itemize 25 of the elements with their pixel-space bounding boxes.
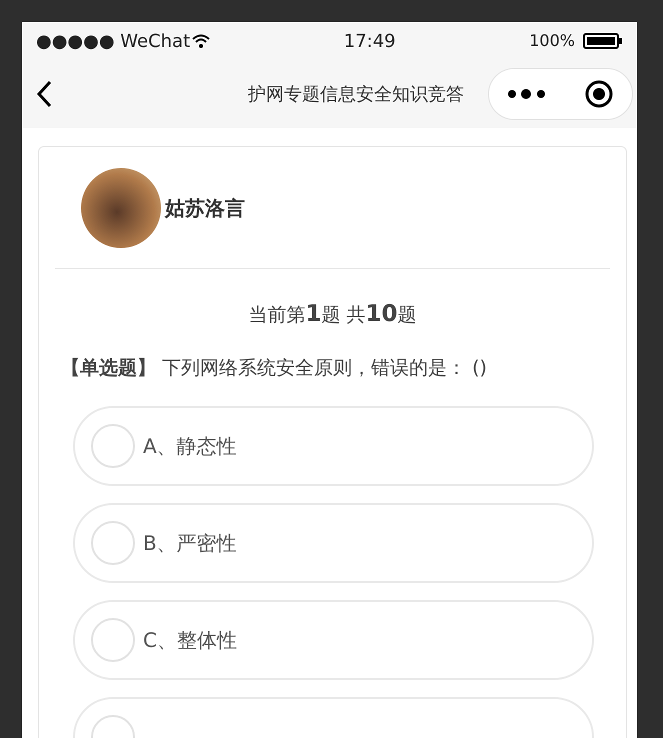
nav-title: 护网专题信息安全知识竞答 bbox=[248, 84, 464, 104]
progress-text: 题 bbox=[398, 304, 417, 326]
status-time: 17:49 bbox=[344, 30, 396, 54]
answer-option[interactable]: B、严密性 bbox=[73, 503, 594, 583]
more-icon[interactable] bbox=[507, 88, 548, 100]
battery-icon bbox=[582, 33, 623, 49]
progress-text: 当前第 bbox=[248, 304, 306, 326]
option-label: B、严密性 bbox=[143, 530, 237, 557]
battery-level: 100% bbox=[529, 30, 575, 52]
progress-text: 题 共 bbox=[321, 304, 366, 326]
current-question-number: 1 bbox=[305, 301, 322, 327]
option-label: A、静态性 bbox=[143, 433, 237, 460]
wifi-icon bbox=[192, 34, 210, 48]
answer-option[interactable]: A、静态性 bbox=[73, 406, 594, 486]
radio-button[interactable] bbox=[91, 618, 135, 662]
user-name: 姑苏洛言 bbox=[165, 194, 245, 222]
carrier-signal: ●●●●● WeChat bbox=[36, 28, 210, 54]
answer-option[interactable]: C、整体性 bbox=[73, 600, 594, 680]
close-icon[interactable] bbox=[584, 79, 614, 109]
radio-button[interactable] bbox=[91, 521, 135, 565]
back-icon[interactable] bbox=[36, 80, 52, 108]
option-label: C、整体性 bbox=[143, 627, 237, 654]
radio-button[interactable] bbox=[91, 424, 135, 468]
total-question-count: 10 bbox=[366, 301, 398, 327]
question-text: 【单选题】 下列网络系统安全原则，错误的是： () bbox=[60, 356, 488, 380]
